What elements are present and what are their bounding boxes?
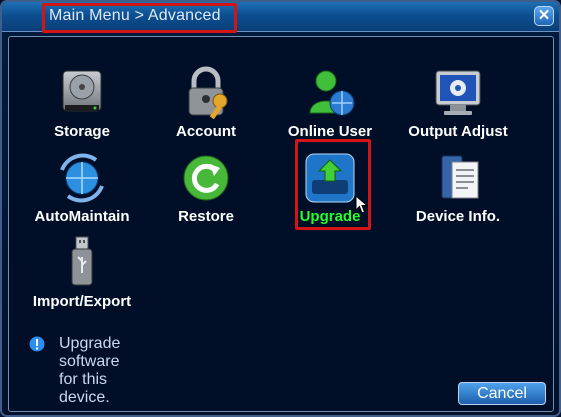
menu-item-restore[interactable]: Restore xyxy=(147,150,265,228)
hint-text: Upgrade software for this device. xyxy=(59,335,121,406)
menu-panel: Storage Account Online User Output Adjus… xyxy=(8,36,554,412)
hard-disk-icon xyxy=(62,70,102,112)
menu-item-online-user[interactable]: Online User xyxy=(271,65,389,143)
mouse-cursor-icon xyxy=(355,195,369,214)
padlock-key-icon xyxy=(188,66,228,120)
menu-item-label: Upgrade xyxy=(299,208,361,225)
device-document-icon xyxy=(441,155,479,199)
menu-item-upgrade[interactable]: Upgrade xyxy=(271,150,389,228)
restore-arrow-icon xyxy=(183,155,229,201)
menu-item-label: Account xyxy=(176,123,236,140)
menu-item-label: Import/Export xyxy=(32,293,132,310)
close-button[interactable]: ✕ xyxy=(534,6,554,26)
globe-refresh-icon xyxy=(60,153,104,203)
upload-tray-icon xyxy=(305,153,355,203)
usb-drive-icon xyxy=(71,236,93,286)
menu-item-device-info[interactable]: Device Info. xyxy=(399,150,517,228)
title-bar: Main Menu > Advanced ✕ xyxy=(2,2,559,33)
advanced-menu-window: Main Menu > Advanced ✕ Storage Account O… xyxy=(0,0,561,417)
menu-item-automaintain[interactable]: AutoMaintain xyxy=(23,150,141,228)
menu-item-label: Online User xyxy=(287,123,373,140)
menu-item-output-adjust[interactable]: Output Adjust xyxy=(399,65,517,143)
window-title: Main Menu > Advanced xyxy=(49,7,221,24)
info-icon xyxy=(29,336,45,352)
close-icon: ✕ xyxy=(537,7,551,24)
menu-item-label: Output Adjust xyxy=(408,123,508,140)
menu-item-label: Restore xyxy=(178,208,234,225)
menu-item-storage[interactable]: Storage xyxy=(23,65,141,143)
menu-item-account[interactable]: Account xyxy=(147,65,265,143)
cancel-button[interactable]: Cancel xyxy=(458,382,546,405)
monitor-gear-icon xyxy=(435,70,481,115)
user-globe-icon xyxy=(309,70,355,116)
menu-item-import-export[interactable]: Import/Export xyxy=(23,235,141,313)
menu-item-label: AutoMaintain xyxy=(34,208,130,225)
menu-item-label: Device Info. xyxy=(415,208,501,225)
menu-item-label: Storage xyxy=(54,123,110,140)
